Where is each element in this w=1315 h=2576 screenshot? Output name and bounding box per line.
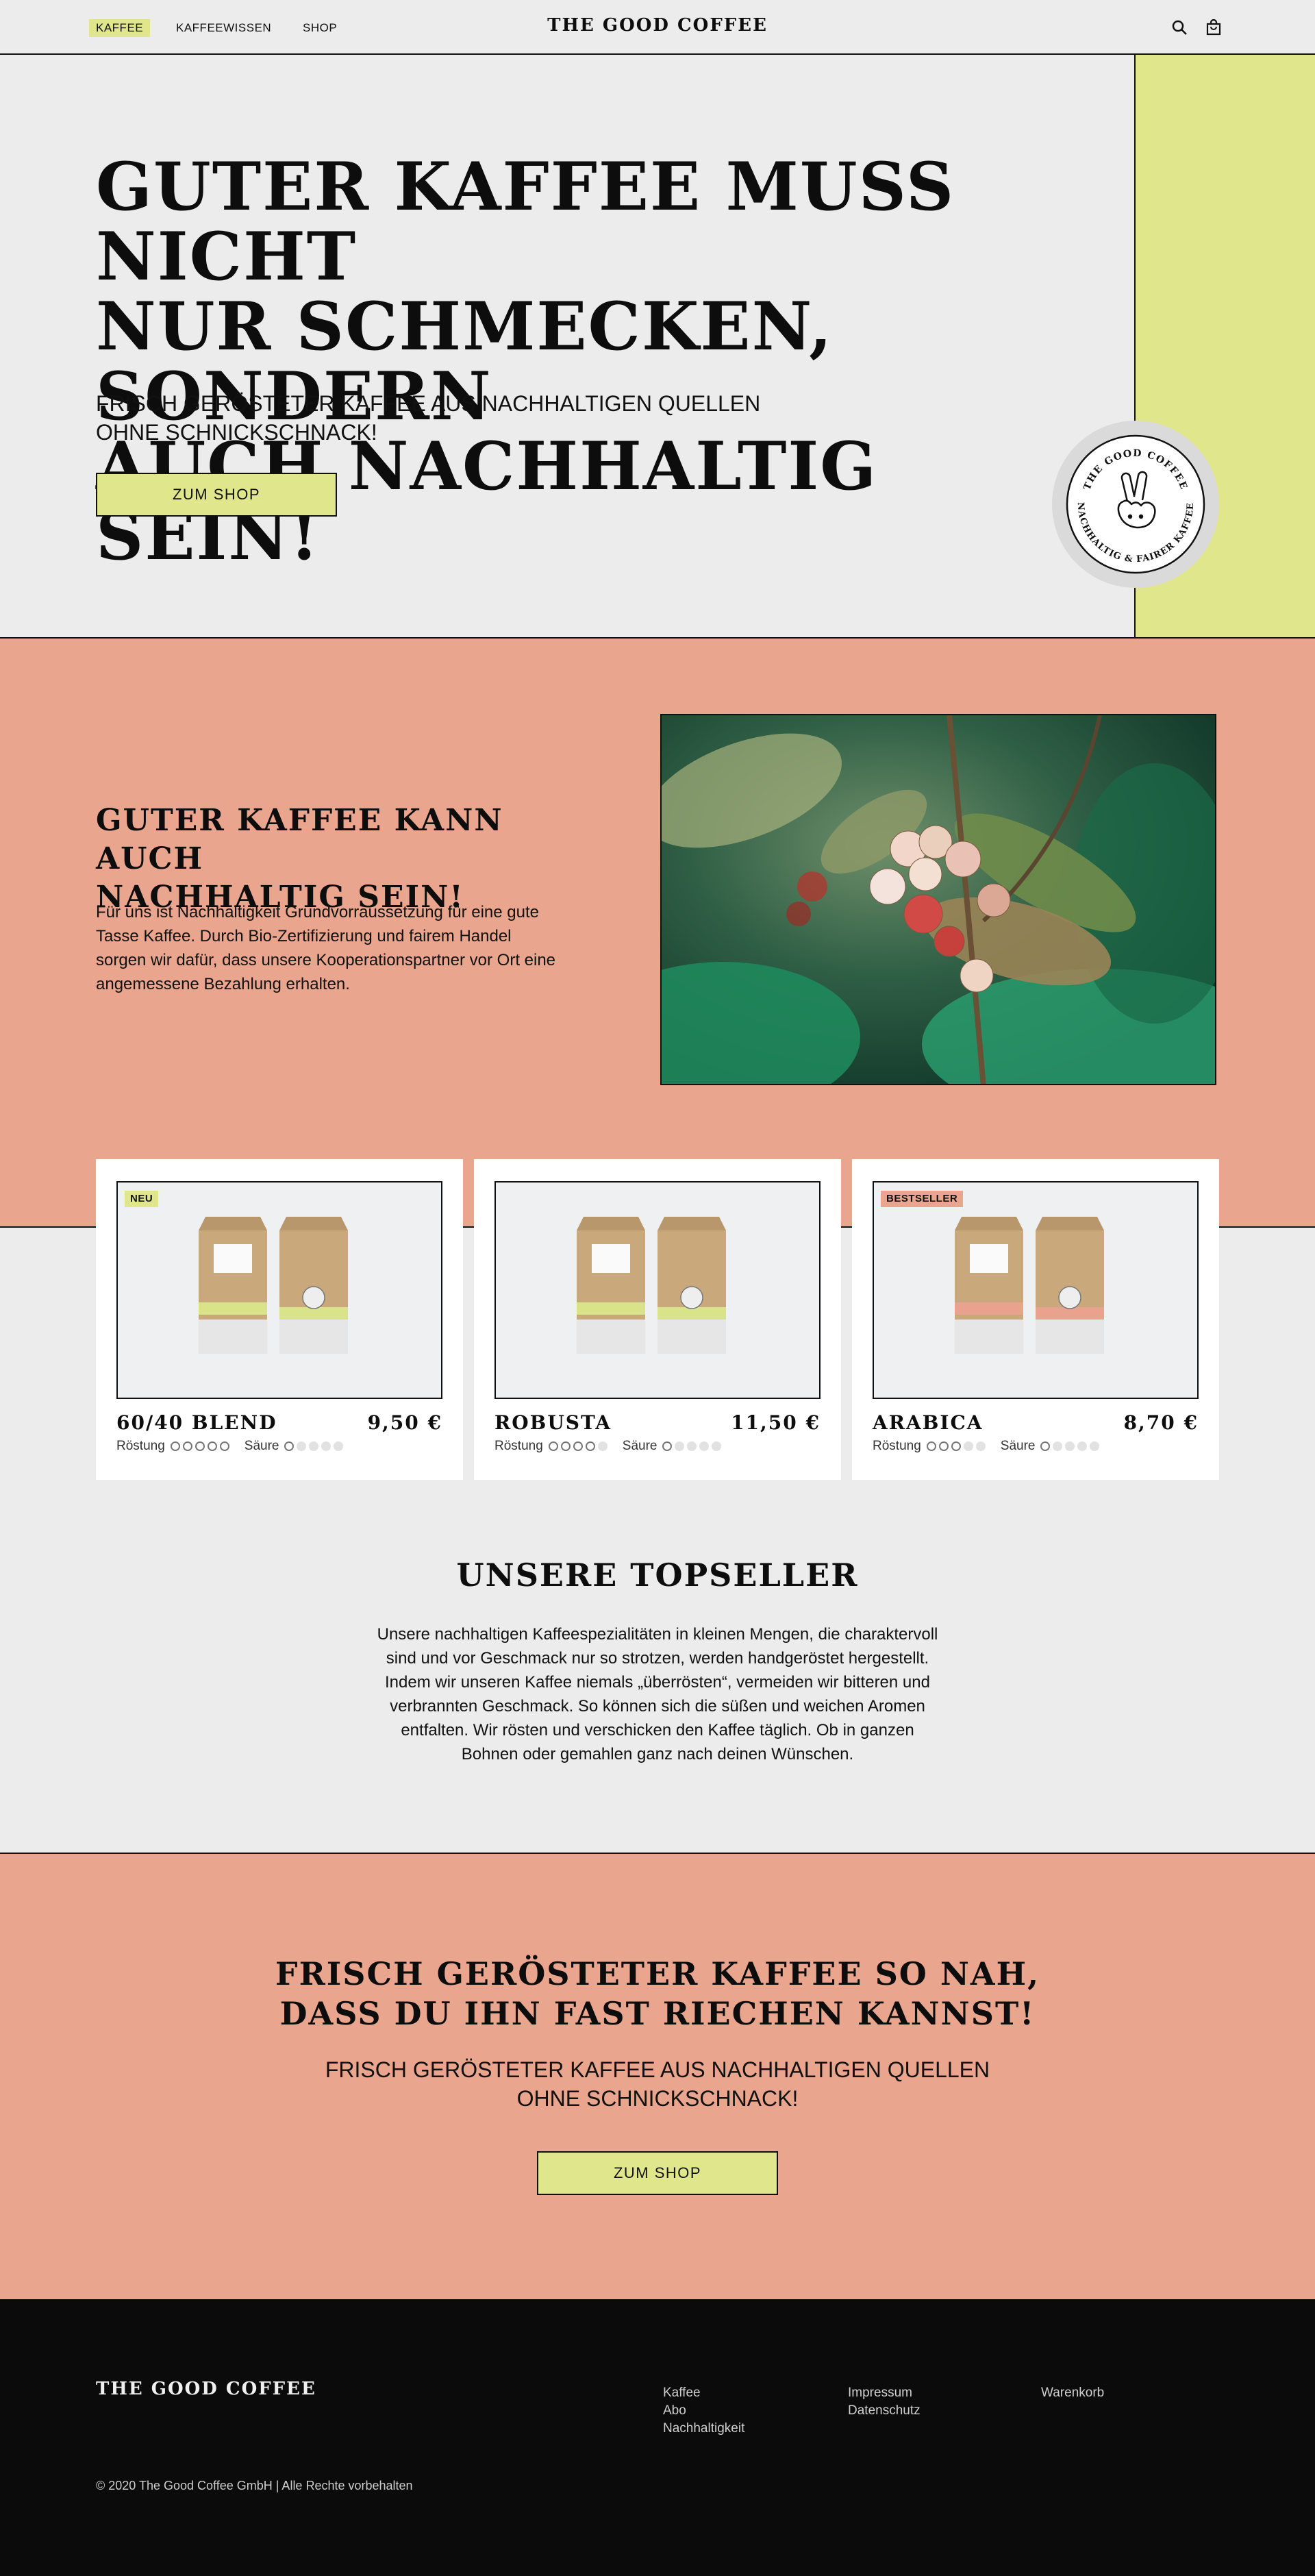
rating-bean-icon-empty [1053, 1441, 1063, 1451]
rating-bean-icon-empty [334, 1441, 344, 1451]
copyright-text: © 2020 The Good Coffee GmbH | Alle Recht… [96, 2479, 413, 2492]
footer-column-cart: Warenkorb [1041, 2384, 1104, 2402]
product-card[interactable]: ROBUSTA 11,50 € Röstung Säure [474, 1159, 841, 1480]
product-name[interactable]: 60/40 BLEND [116, 1411, 277, 1434]
rating-bean-icon-filled [926, 1441, 936, 1451]
roast-rating [926, 1441, 986, 1451]
cta-subtitle: FRISCH GERÖSTETER KAFFEE AUS NACHHALTIGE… [0, 2055, 1315, 2113]
sustainability-title-line: GUTER KAFFEE KANN AUCH [96, 803, 503, 876]
rating-bean-icon-filled [219, 1441, 229, 1451]
rating-bean-icon-empty [309, 1441, 319, 1451]
hero-title-line: GUTER KAFFEE MUSS NICHT [96, 148, 955, 295]
cta-title-line: DASS DU IHN FAST RIECHEN KANNST! [279, 1995, 1036, 2032]
rating-bean-icon-filled [573, 1441, 583, 1451]
product-card[interactable]: BESTSELLER ARABICA 8,70 € Röstung Säure [852, 1159, 1219, 1480]
product-image[interactable]: NEU [116, 1181, 442, 1399]
footer-link-nachhaltigkeit[interactable]: Nachhaltigkeit [663, 2420, 744, 2438]
rating-bean-icon-filled [938, 1441, 949, 1451]
rating-bean-icon-filled [1040, 1441, 1051, 1451]
cta-title-line: FRISCH GERÖSTETER KAFFEE SO NAH, [275, 1955, 1040, 1992]
sustainability-title: GUTER KAFFEE KANN AUCH NACHHALTIG SEIN! [96, 802, 616, 917]
cta-section: FRISCH GERÖSTETER KAFFEE SO NAH, DASS DU… [0, 1853, 1315, 2299]
acid-rating [1040, 1441, 1100, 1451]
rating-bean-icon-empty [597, 1441, 608, 1451]
roast-rating [548, 1441, 608, 1451]
cart-icon[interactable] [1205, 18, 1222, 36]
product-image[interactable] [494, 1181, 821, 1399]
product-tag: BESTSELLER [881, 1191, 964, 1207]
footer-column-legal: Impressum Datenschutz [848, 2384, 920, 2420]
footer-link-kaffee[interactable]: Kaffee [663, 2384, 744, 2402]
product-name[interactable]: ROBUSTA [494, 1411, 612, 1434]
roast-label: Röstung [873, 1439, 921, 1453]
rating-bean-icon-empty [1077, 1441, 1088, 1451]
rating-bean-icon-empty [297, 1441, 307, 1451]
hero-section: GUTER KAFFEE MUSS NICHT NUR SCHMECKEN, S… [0, 55, 1315, 639]
rating-bean-icon-filled [585, 1441, 595, 1451]
topseller-text: Unsere nachhaltigen Kaffeespezialitäten … [377, 1625, 938, 1763]
rating-bean-icon-filled [207, 1441, 217, 1451]
acid-label: Säure [1000, 1439, 1036, 1453]
roast-rating [170, 1441, 229, 1451]
product-price: 11,50 € [731, 1411, 821, 1434]
rating-bean-icon-filled [182, 1441, 192, 1451]
site-logo[interactable]: THE GOOD COFFEE [0, 15, 1315, 36]
rating-bean-icon-empty [975, 1441, 986, 1451]
sustainability-text: Für uns ist Nachhaltigkeit Grundvorrauss… [96, 903, 556, 993]
product-card[interactable]: NEU 60/40 BLEND 9,50 € Röstung Säure [96, 1159, 463, 1480]
rating-bean-icon-empty [687, 1441, 697, 1451]
coffee-cherries-photo [660, 714, 1216, 1085]
acid-rating [662, 1441, 722, 1451]
rating-bean-icon-filled [662, 1441, 673, 1451]
rating-bean-icon-filled [284, 1441, 295, 1451]
cta-subtitle-line: OHNE SCHNICKSCHNACK! [516, 2086, 799, 2111]
product-price: 9,50 € [367, 1411, 442, 1434]
acid-label: Säure [244, 1439, 279, 1453]
footer-logo[interactable]: THE GOOD COFFEE [96, 2379, 316, 2399]
topseller-title: UNSERE TOPSELLER [456, 1557, 859, 1594]
hero-subtitle-line: OHNE SCHNICKSCHNACK! [96, 420, 377, 445]
rating-bean-icon-empty [712, 1441, 722, 1451]
hero-subtitle-line: FRISCH GERÖSTETER KAFFEE AUS NACHHALTIGE… [96, 391, 761, 416]
product-image[interactable]: BESTSELLER [873, 1181, 1199, 1399]
search-icon[interactable] [1171, 19, 1188, 36]
footer-column-shop: Kaffee Abo Nachhaltigkeit [663, 2384, 744, 2438]
rating-bean-icon-filled [951, 1441, 961, 1451]
rating-bean-icon-empty [675, 1441, 685, 1451]
rating-bean-icon-empty [1090, 1441, 1100, 1451]
hero-subtitle: FRISCH GERÖSTETER KAFFEE AUS NACHHALTIGE… [96, 389, 781, 447]
top-navigation: KAFFEE KAFFEEWISSEN SHOP THE GOOD COFFEE [0, 0, 1315, 55]
product-name[interactable]: ARABICA [873, 1411, 984, 1434]
footer-link-warenkorb[interactable]: Warenkorb [1041, 2384, 1104, 2402]
roast-label: Röstung [494, 1439, 543, 1453]
roast-label: Röstung [116, 1439, 165, 1453]
sustainability-badge: THE GOOD COFFEE NACHHALTIG & FAIRER KAFF… [1052, 421, 1219, 588]
cta-shop-button[interactable]: ZUM SHOP [537, 2151, 778, 2195]
cta-title: FRISCH GERÖSTETER KAFFEE SO NAH, DASS DU… [0, 1954, 1315, 2033]
rating-bean-icon-filled [195, 1441, 205, 1451]
product-price: 8,70 € [1123, 1411, 1199, 1434]
rating-bean-icon-empty [963, 1441, 973, 1451]
footer-link-abo[interactable]: Abo [663, 2402, 744, 2420]
sustainability-section: GUTER KAFFEE KANN AUCH NACHHALTIG SEIN! … [0, 639, 1315, 1228]
product-attributes: Röstung Säure [873, 1439, 1109, 1454]
rating-bean-icon-filled [170, 1441, 180, 1451]
product-tag: NEU [125, 1191, 159, 1207]
cta-subtitle-line: FRISCH GERÖSTETER KAFFEE AUS NACHHALTIGE… [325, 2057, 990, 2082]
product-attributes: Röstung Säure [494, 1439, 731, 1454]
site-footer: THE GOOD COFFEE Kaffee Abo Nachhaltigkei… [0, 2299, 1315, 2576]
acid-label: Säure [622, 1439, 658, 1453]
footer-link-impressum[interactable]: Impressum [848, 2384, 920, 2402]
rating-bean-icon-filled [560, 1441, 571, 1451]
hero-shop-button[interactable]: ZUM SHOP [96, 473, 337, 517]
product-attributes: Röstung Säure [116, 1439, 353, 1454]
rating-bean-icon-empty [699, 1441, 710, 1451]
acid-rating [284, 1441, 344, 1451]
rating-bean-icon-empty [321, 1441, 331, 1451]
rating-bean-icon-empty [1065, 1441, 1075, 1451]
footer-link-datenschutz[interactable]: Datenschutz [848, 2402, 920, 2420]
rating-bean-icon-filled [548, 1441, 558, 1451]
